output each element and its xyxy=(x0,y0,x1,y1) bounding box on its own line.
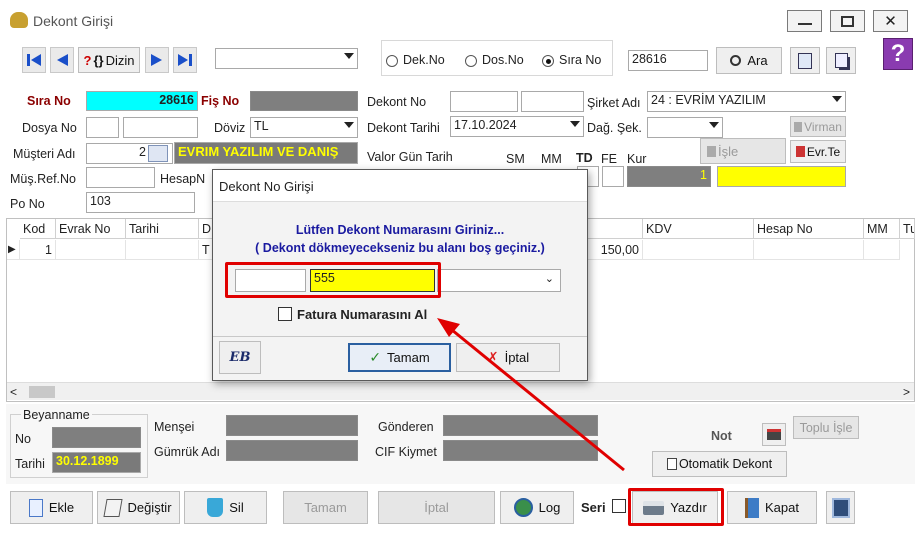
annotation-arrow xyxy=(437,318,625,472)
